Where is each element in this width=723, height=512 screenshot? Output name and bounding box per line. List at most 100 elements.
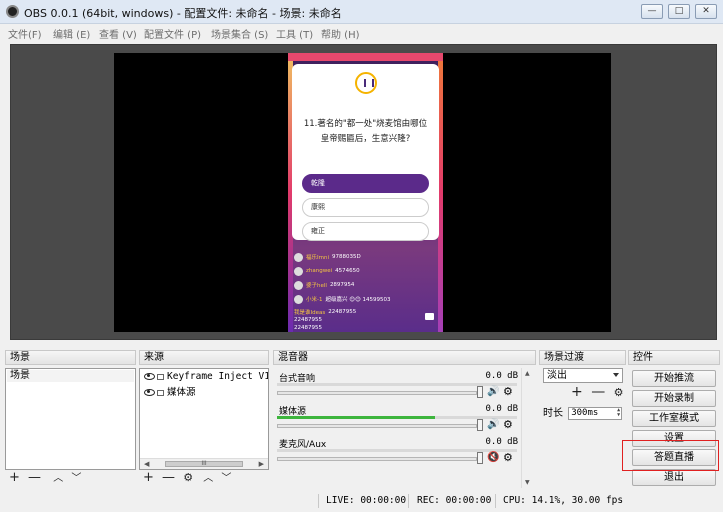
mixer-channel: 麦克风/Aux 0.0 dB 🔇 ⚙ (277, 437, 518, 467)
scenes-header: 场景 (5, 350, 136, 365)
audio-mixer-dock: 混音器 台式音响 0.0 dB 🔊 ⚙ 媒体源 0.0 dB 🔊 ⚙ 麦克风/A… (273, 350, 536, 490)
move-source-up-button[interactable]: ︿ (203, 472, 213, 486)
mixer-channels: 台式音响 0.0 dB 🔊 ⚙ 媒体源 0.0 dB 🔊 ⚙ 麦克风/Aux 0… (273, 368, 536, 488)
remove-scene-button[interactable]: — (28, 471, 41, 485)
start-streaming-button[interactable]: 开始推流 (632, 370, 716, 387)
sources-toolbar: + — ⚙ ︿ ﹀ (139, 471, 269, 487)
menu-file[interactable]: 文件(F) (8, 26, 42, 41)
menu-profile[interactable]: 配置文件 (P) (144, 26, 201, 41)
duration-value: 300ms (571, 407, 599, 418)
sources-horizontal-scrollbar[interactable]: ◀ III ▶ (140, 458, 268, 469)
channel-db: 0.0 dB (485, 404, 518, 414)
channel-settings-gear-icon[interactable]: ⚙ (503, 451, 513, 464)
phone-stream-source[interactable]: 11.著名的"都一处"烧麦馆由哪位皇帝赐匾后，生意兴隆? 乾隆 康熙 雍正 福乐… (288, 53, 443, 332)
menu-tools[interactable]: 工具 (T) (276, 26, 313, 41)
add-source-button[interactable]: + (143, 471, 154, 485)
sources-dock: 来源 Keyframe Inject V1 媒体源 ◀ III ▶ + — ⚙ … (139, 350, 269, 490)
scene-item[interactable]: 场景 (7, 370, 134, 382)
mixer-vertical-scrollbar[interactable]: ▲ ▼ (521, 368, 534, 488)
channel-settings-gear-icon[interactable]: ⚙ (503, 418, 513, 431)
speaker-icon[interactable]: 🔊 (487, 419, 499, 430)
move-scene-down-button[interactable]: ﹀ (71, 472, 81, 486)
duration-row: 时长 300ms ▲ ▼ (543, 404, 623, 420)
move-scene-up-button[interactable]: ︿ (53, 472, 63, 486)
maximize-button[interactable]: □ (668, 4, 690, 19)
scenes-dock: 场景 场景 + — ︿ ﹀ (5, 350, 136, 490)
comment-text: 2897954 (329, 282, 355, 288)
comment-user: 我是谁Ideas (294, 309, 326, 316)
status-separator (495, 494, 496, 508)
studio-mode-button[interactable]: 工作室模式 (632, 410, 716, 427)
exit-button[interactable]: 退出 (632, 469, 716, 486)
status-separator (318, 494, 319, 508)
scroll-up-icon[interactable]: ▲ (525, 370, 530, 377)
lock-icon[interactable] (157, 389, 164, 396)
question-card: 11.著名的"都一处"烧麦馆由哪位皇帝赐匾后，生意兴隆? 乾隆 康熙 雍正 (292, 64, 439, 241)
transition-select[interactable]: 淡出 (543, 368, 623, 383)
scenes-list[interactable]: 场景 (5, 368, 136, 470)
phone-status-bar (288, 53, 443, 61)
avatar (294, 280, 303, 290)
start-recording-button[interactable]: 开始录制 (632, 390, 716, 407)
transitions-toolbar: + — ⚙ (567, 385, 626, 401)
source-label: 媒体源 (167, 387, 196, 398)
transition-settings-gear-icon[interactable]: ⚙ (614, 386, 624, 400)
answer-option: 乾隆 (302, 174, 429, 193)
volume-slider[interactable] (277, 391, 477, 395)
remove-source-button[interactable]: — (162, 471, 175, 485)
speaker-icon[interactable]: 🔊 (487, 386, 499, 397)
close-button[interactable]: ✕ (695, 4, 717, 19)
remove-transition-button[interactable]: — (591, 385, 605, 399)
channel-db: 0.0 dB (485, 371, 518, 381)
answer-option: 康熙 (302, 198, 429, 217)
volume-slider-handle[interactable] (477, 452, 483, 464)
volume-slider-handle[interactable] (477, 419, 483, 431)
scroll-left-icon[interactable]: ◀ (144, 459, 149, 469)
avatar (294, 266, 303, 276)
avatar (294, 252, 303, 262)
scroll-thumb[interactable]: III (165, 461, 243, 467)
volume-slider[interactable] (277, 457, 477, 461)
scroll-right-icon[interactable]: ▶ (259, 459, 264, 469)
cpu-fps: CPU: 14.1%, 30.00 fps (503, 495, 624, 506)
move-source-down-button[interactable]: ﹀ (221, 472, 231, 486)
comment-user: 福乐Imni (306, 255, 329, 261)
source-label: Keyframe Inject V1 (167, 371, 269, 382)
menu-scene-collection[interactable]: 场景集合 (S) (211, 26, 268, 41)
source-item[interactable]: 媒体源 (144, 384, 196, 398)
minimize-button[interactable]: — (641, 4, 663, 19)
timer-icon (355, 72, 377, 94)
rec-timer: REC: 00:00:00 (417, 495, 492, 506)
sources-list[interactable]: Keyframe Inject V1 媒体源 ◀ III ▶ (139, 368, 269, 470)
menu-edit[interactable]: 编辑 (E) (53, 26, 90, 41)
mixer-channel: 台式音响 0.0 dB 🔊 ⚙ (277, 371, 518, 401)
menu-help[interactable]: 帮助 (H) (321, 26, 360, 41)
source-settings-gear-icon[interactable]: ⚙ (183, 471, 193, 485)
muted-speaker-icon[interactable]: 🔇 (487, 452, 499, 463)
comment-text: 4574650 (335, 268, 360, 274)
source-item[interactable]: Keyframe Inject V1 (144, 371, 269, 383)
live-timer: LIVE: 00:00:00 (326, 495, 407, 506)
chat-bubble-icon (425, 313, 434, 320)
lock-icon[interactable] (157, 373, 164, 380)
obs-logo-icon (6, 5, 19, 18)
spin-arrows-icon[interactable]: ▲ ▼ (617, 407, 620, 418)
mixer-channel: 媒体源 0.0 dB 🔊 ⚙ (277, 404, 518, 434)
status-bar: LIVE: 00:00:00 REC: 00:00:00 CPU: 14.1%,… (0, 492, 723, 512)
comment-item: 22487955 (294, 316, 434, 324)
add-transition-button[interactable]: + (571, 385, 583, 399)
question-text: 11.著名的"都一处"烧麦馆由哪位皇帝赐匾后，生意兴隆? (303, 119, 428, 144)
volume-slider-handle[interactable] (477, 386, 483, 398)
menu-view[interactable]: 查看 (V) (99, 26, 137, 41)
add-scene-button[interactable]: + (9, 471, 20, 485)
volume-slider[interactable] (277, 424, 477, 428)
visibility-eye-icon[interactable] (144, 389, 155, 396)
channel-settings-gear-icon[interactable]: ⚙ (503, 385, 513, 398)
visibility-eye-icon[interactable] (144, 373, 155, 380)
menu-bar: 文件(F) 编辑 (E) 查看 (V) 配置文件 (P) 场景集合 (S) 工具… (0, 24, 723, 41)
scroll-down-icon[interactable]: ▼ (525, 479, 530, 486)
transition-selected: 淡出 (547, 370, 567, 381)
duration-spinbox[interactable]: 300ms ▲ ▼ (568, 406, 623, 420)
answer-option: 雍正 (302, 222, 429, 241)
status-separator (408, 494, 409, 508)
